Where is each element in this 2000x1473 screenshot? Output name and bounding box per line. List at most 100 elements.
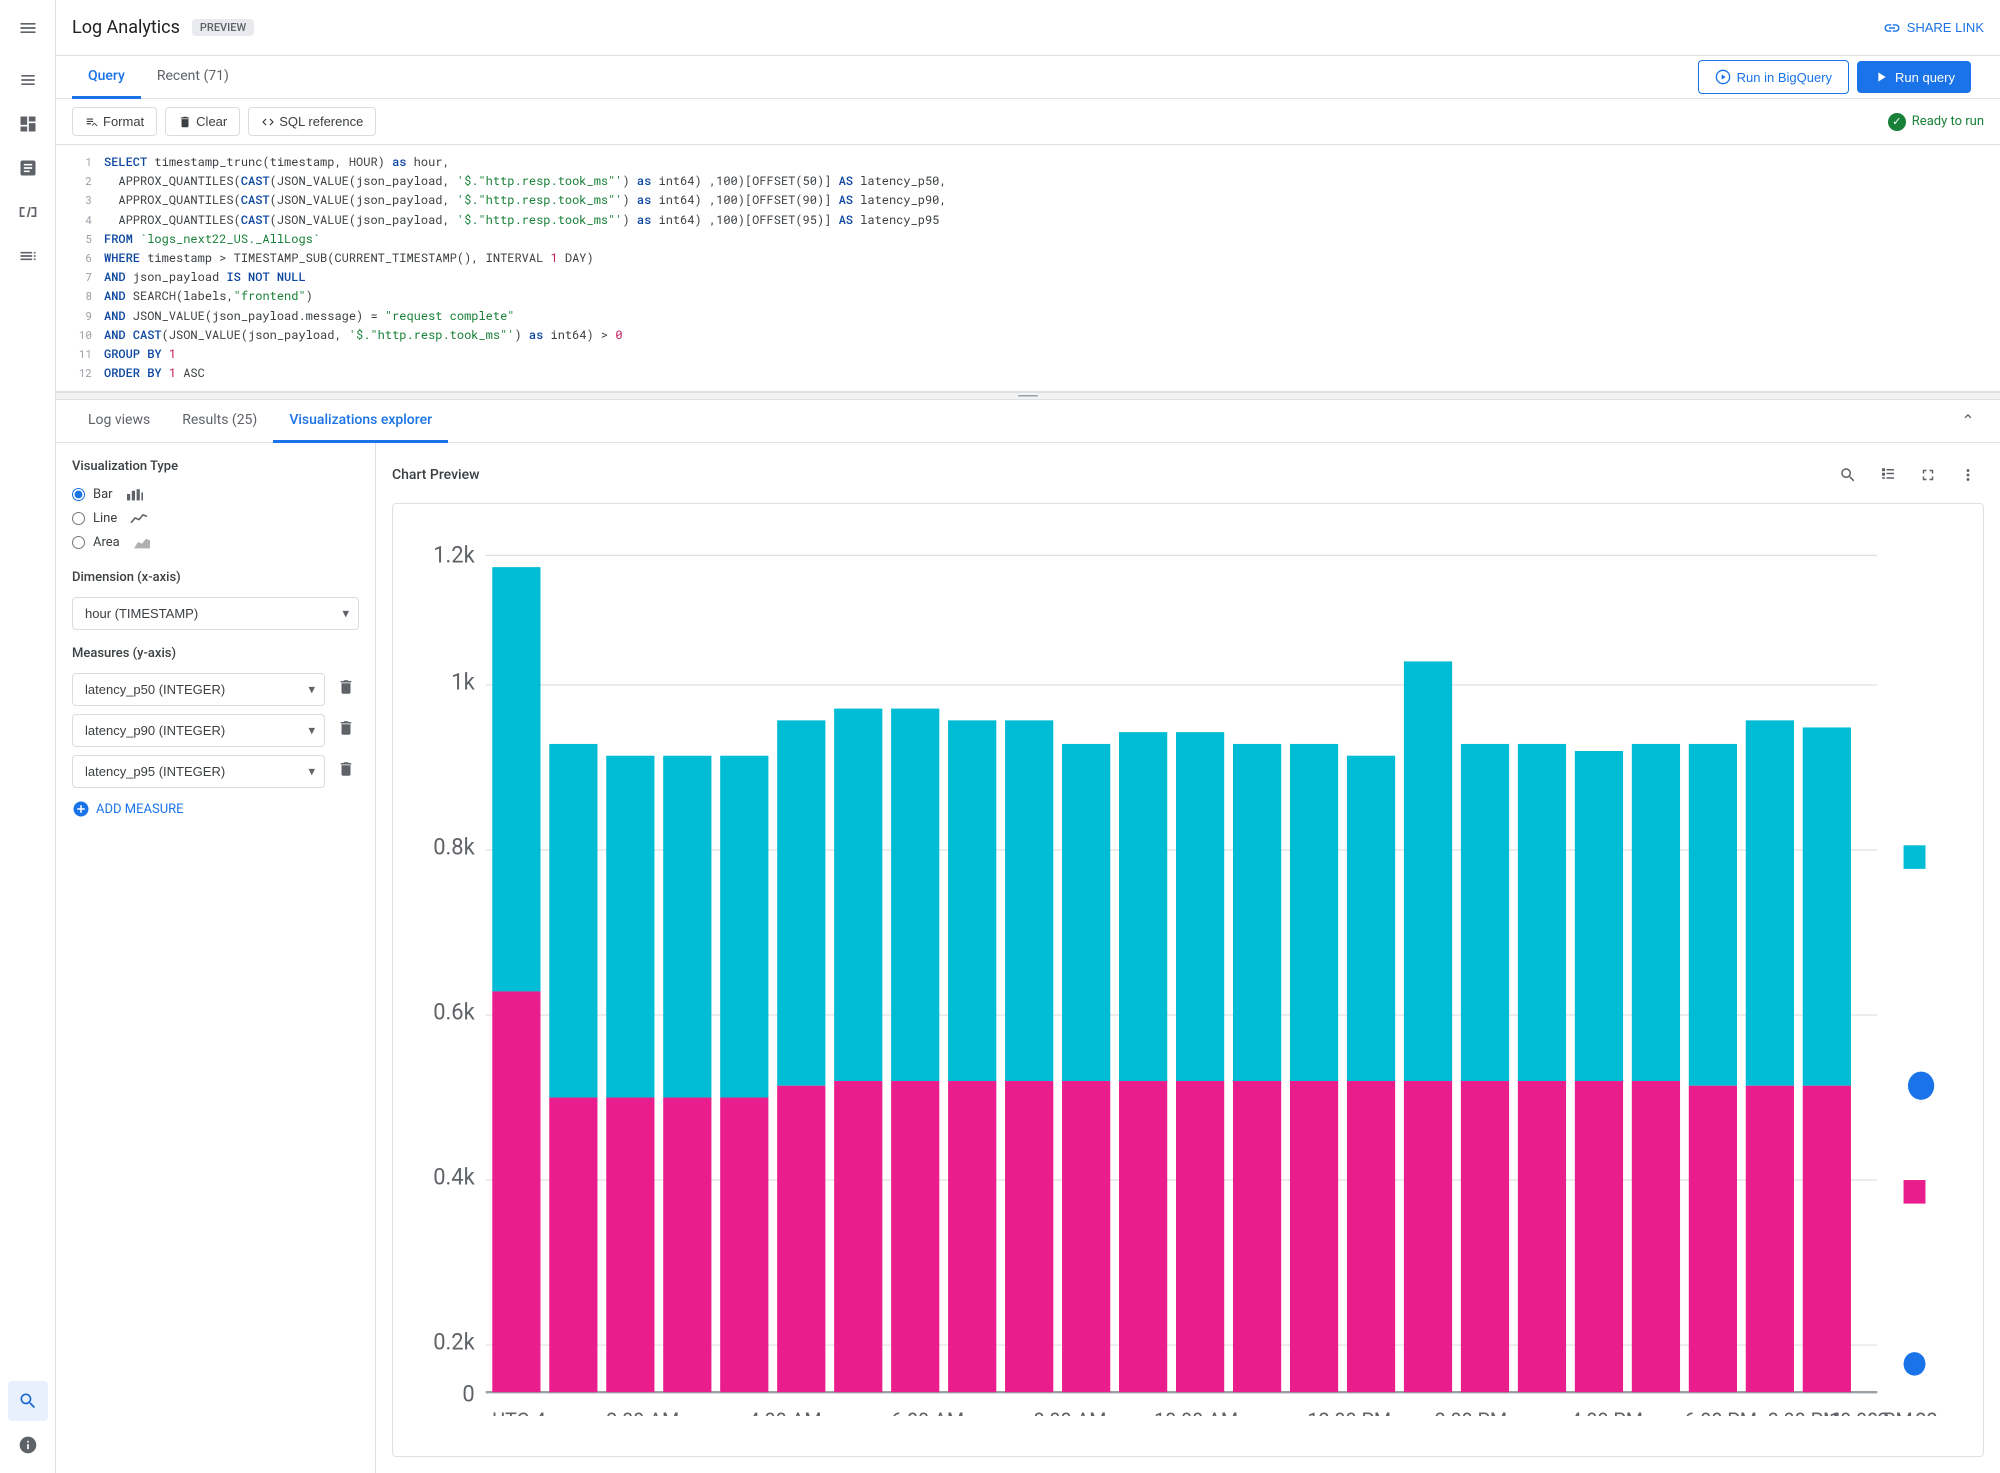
code-line-12: 12 ORDER BY 1 ASC xyxy=(56,364,2000,383)
tab-log-views[interactable]: Log views xyxy=(72,400,166,443)
svg-text:2:00 PM: 2:00 PM xyxy=(1435,1408,1508,1416)
sidebar-dashboard-icon[interactable] xyxy=(8,104,48,144)
tab-viz-explorer[interactable]: Visualizations explorer xyxy=(273,400,448,443)
format-button[interactable]: Format xyxy=(72,107,157,136)
app-header: Log Analytics PREVIEW SHARE LINK xyxy=(56,0,2000,56)
result-tabs: Log views Results (25) Visualizations ex… xyxy=(56,400,2000,443)
run-bigquery-button[interactable]: Run in BigQuery xyxy=(1698,60,1849,94)
svg-text:0.8k: 0.8k xyxy=(433,833,475,861)
sidebar-list-icon[interactable] xyxy=(8,236,48,276)
delete-p95-icon xyxy=(337,760,355,778)
radio-line[interactable]: Line xyxy=(72,510,359,526)
sidebar-home-icon[interactable] xyxy=(8,60,48,100)
status-label: Ready to run xyxy=(1912,114,1984,129)
format-icon xyxy=(85,115,99,129)
legend-button[interactable] xyxy=(1872,459,1904,491)
code-line-7: 7 AND json_payload IS NOT NULL xyxy=(56,268,2000,287)
viz-type-label: Visualization Type xyxy=(72,459,359,474)
chart-preview-area: Chart Preview xyxy=(376,443,2000,1473)
code-line-3: 3 APPROX_QUANTILES(CAST(JSON_VALUE(json_… xyxy=(56,191,2000,210)
main-content: Log Analytics PREVIEW SHARE LINK Query R… xyxy=(56,0,2000,1473)
sidebar-menu-icon[interactable] xyxy=(8,8,48,48)
radio-area[interactable]: Area xyxy=(72,534,359,550)
resize-handle[interactable] xyxy=(56,392,2000,400)
run-query-button[interactable]: Run query xyxy=(1857,61,1971,93)
chart-title: Chart Preview xyxy=(392,467,479,483)
tab-recent[interactable]: Recent (71) xyxy=(141,56,245,99)
svg-text:1k: 1k xyxy=(451,668,475,696)
query-tabs: Query Recent (71) Run in BigQuery Run qu… xyxy=(56,56,2000,99)
collapse-button[interactable]: ⌃ xyxy=(1952,405,1984,437)
clear-label: Clear xyxy=(196,114,227,129)
bar-chart-svg: 1.2k 1k 0.8k 0.6k 0.4k 0.2k 0 xyxy=(409,520,1943,1416)
code-line-1: 1 SELECT timestamp_trunc(timestamp, HOUR… xyxy=(56,153,2000,172)
more-options-icon xyxy=(1959,466,1977,484)
clear-button[interactable]: Clear xyxy=(165,107,240,136)
fullscreen-button[interactable] xyxy=(1912,459,1944,491)
sidebar xyxy=(0,0,56,1473)
status-indicator: ✓ Ready to run xyxy=(1888,113,1984,131)
delete-p50-button[interactable] xyxy=(333,674,359,705)
share-link-label: SHARE LINK xyxy=(1907,20,1984,35)
measure-p90-select[interactable]: latency_p90 (INTEGER) xyxy=(72,714,325,747)
radio-bar-input[interactable] xyxy=(72,488,85,501)
measure-row-p90: latency_p90 (INTEGER) ▾ xyxy=(72,714,359,747)
code-line-2: 2 APPROX_QUANTILES(CAST(JSON_VALUE(json_… xyxy=(56,172,2000,191)
dimension-label: Dimension (x-axis) xyxy=(72,570,359,585)
svg-text:0.6k: 0.6k xyxy=(433,998,475,1026)
radio-line-input[interactable] xyxy=(72,512,85,525)
sql-icon xyxy=(261,115,275,129)
delete-p90-button[interactable] xyxy=(333,715,359,746)
preview-badge: PREVIEW xyxy=(192,19,254,36)
svg-text:6:00 PM: 6:00 PM xyxy=(1684,1408,1757,1416)
share-link-button[interactable]: SHARE LINK xyxy=(1883,19,1984,37)
area-chart-icon xyxy=(132,534,152,550)
share-icon xyxy=(1883,19,1901,37)
measure-p50-select[interactable]: latency_p50 (INTEGER) xyxy=(72,673,325,706)
tab-query[interactable]: Query xyxy=(72,56,141,99)
sidebar-log-search-icon[interactable] xyxy=(8,1381,48,1421)
delete-p95-button[interactable] xyxy=(333,756,359,787)
svg-text:6:00 AM: 6:00 AM xyxy=(891,1408,964,1416)
more-options-button[interactable] xyxy=(1952,459,1984,491)
code-line-8: 8 AND SEARCH(labels,"frontend") xyxy=(56,287,2000,306)
svg-text:0.4k: 0.4k xyxy=(433,1163,475,1191)
code-line-5: 5 FROM `logs_next22_US._AllLogs` xyxy=(56,230,2000,249)
code-line-11: 11 GROUP BY 1 xyxy=(56,345,2000,364)
status-dot: ✓ xyxy=(1888,113,1906,131)
run-icon xyxy=(1873,69,1889,85)
sidebar-bottom-icon[interactable] xyxy=(8,1425,48,1465)
delete-p50-icon xyxy=(337,678,355,696)
radio-bar-label: Bar xyxy=(93,487,113,502)
radio-bar[interactable]: Bar xyxy=(72,486,359,502)
sidebar-analytics-icon[interactable] xyxy=(8,148,48,188)
sidebar-code-icon[interactable] xyxy=(8,192,48,232)
radio-area-label: Area xyxy=(93,535,120,550)
viz-type-group: Bar Line Area xyxy=(72,486,359,550)
app-title: Log Analytics xyxy=(72,17,180,38)
svg-text:10:00 AM: 10:00 AM xyxy=(1154,1408,1238,1416)
add-measure-button[interactable]: ADD MEASURE xyxy=(72,796,359,822)
add-measure-icon xyxy=(72,800,90,818)
delete-p90-icon xyxy=(337,719,355,737)
measure-p90-wrapper: latency_p90 (INTEGER) ▾ xyxy=(72,714,325,747)
code-editor[interactable]: 1 SELECT timestamp_trunc(timestamp, HOUR… xyxy=(56,145,2000,392)
sql-reference-button[interactable]: SQL reference xyxy=(248,107,376,136)
resize-icon xyxy=(1016,392,1040,400)
measure-p95-wrapper: latency_p95 (INTEGER) ▾ xyxy=(72,755,325,788)
svg-text:12:00 PM: 12:00 PM xyxy=(1307,1408,1391,1416)
format-label: Format xyxy=(103,114,144,129)
svg-text:8:00 AM: 8:00 AM xyxy=(1034,1408,1107,1416)
measure-p95-select[interactable]: latency_p95 (INTEGER) xyxy=(72,755,325,788)
radio-area-input[interactable] xyxy=(72,536,85,549)
dimension-select[interactable]: hour (TIMESTAMP) xyxy=(72,597,359,630)
fullscreen-icon xyxy=(1919,466,1937,484)
clear-icon xyxy=(178,115,192,129)
svg-text:Sep 22: Sep 22 xyxy=(1877,1408,1937,1416)
tab-results[interactable]: Results (25) xyxy=(166,400,273,443)
zoom-button[interactable] xyxy=(1832,459,1864,491)
legend-icon xyxy=(1879,466,1897,484)
code-line-10: 10 AND CAST(JSON_VALUE(json_payload, '$.… xyxy=(56,326,2000,345)
chart-actions xyxy=(1832,459,1984,491)
radio-line-label: Line xyxy=(93,511,117,526)
